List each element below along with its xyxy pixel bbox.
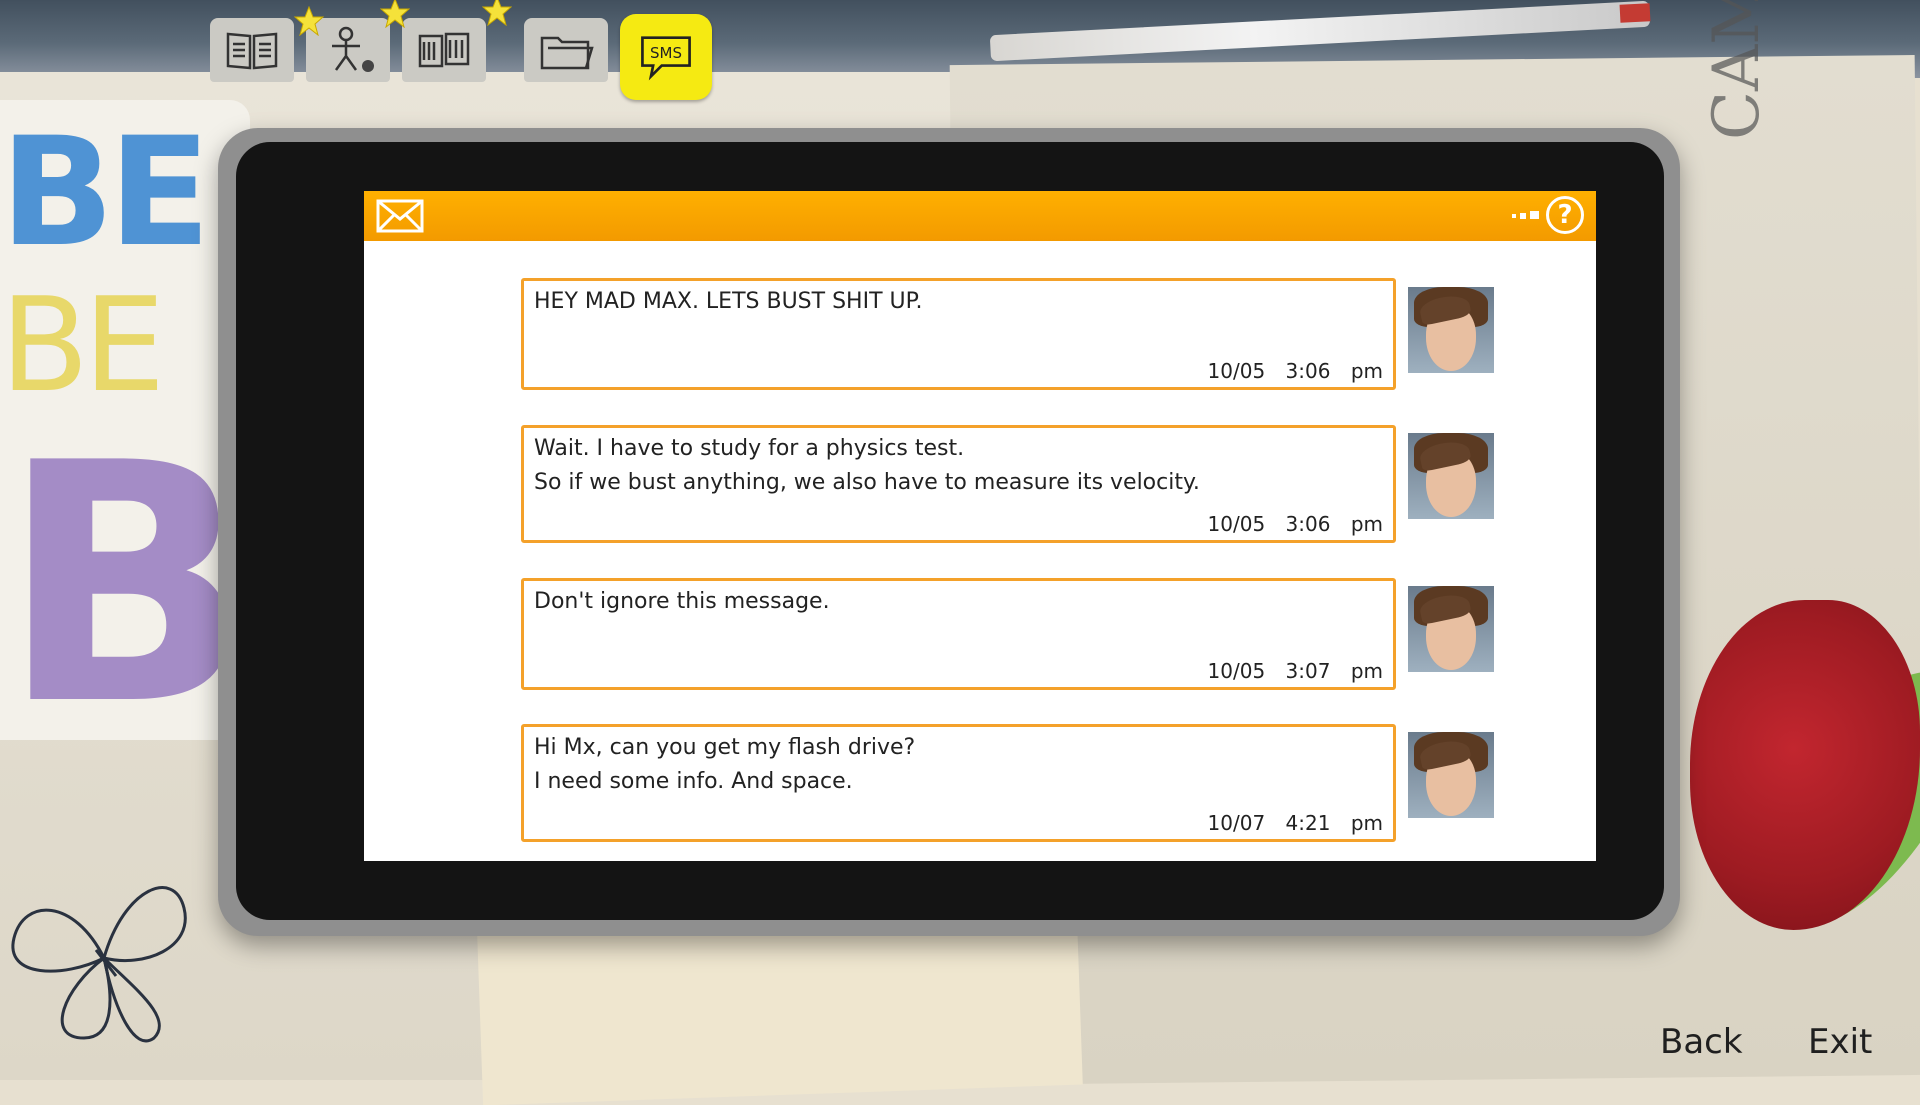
message-text: HEY MAD MAX. LETS BUST SHIT UP. <box>534 289 923 314</box>
message-text: Hi Mx, can you get my flash drive? I nee… <box>534 735 916 794</box>
message-bubble[interactable]: Don't ignore this message. 10/05 3:07 pm <box>521 578 1396 690</box>
tab-journal[interactable] <box>210 18 294 82</box>
sticker-letters-blue: BE <box>0 106 211 280</box>
message-time: 4:21 pm <box>1285 811 1383 835</box>
tab-photos[interactable] <box>402 18 486 82</box>
message-timestamp: 10/05 3:07 pm <box>1208 659 1383 683</box>
avatar <box>1408 287 1494 373</box>
message-date: 10/05 <box>1207 359 1266 383</box>
back-button[interactable]: Back <box>1660 1022 1743 1062</box>
star-icon <box>380 0 410 28</box>
butterfly-doodle-icon <box>11 886 187 1043</box>
sms-screen: ? HEY MAD MAX. LETS BUST SHIT UP. 10/05 … <box>364 191 1596 861</box>
message-time: 3:07 pm <box>1285 659 1383 683</box>
exit-button[interactable]: Exit <box>1808 1022 1872 1062</box>
message-timestamp: 10/05 3:06 pm <box>1208 512 1383 536</box>
doodle-handwriting: CAMERA LIAR, A MAGICIAN <box>1700 0 1774 140</box>
message-date: 10/05 <box>1207 659 1266 683</box>
star-icon <box>482 0 512 26</box>
stick-figure-icon <box>332 26 374 72</box>
help-icon[interactable]: ? <box>1546 196 1584 234</box>
tab-sms[interactable]: SMS <box>620 14 712 100</box>
open-book-icon <box>226 32 278 70</box>
message-text: Don't ignore this message. <box>534 589 830 614</box>
message-timestamp: 10/05 3:06 pm <box>1208 359 1383 383</box>
handwritten-note-paper <box>477 914 1083 1105</box>
message-bubble[interactable]: Wait. I have to study for a physics test… <box>521 425 1396 543</box>
message-time: 3:06 pm <box>1285 359 1383 383</box>
sticker-letters-yellow: BE <box>0 269 165 421</box>
pen-tip-decoration <box>1619 3 1651 23</box>
avatar <box>1408 732 1494 818</box>
envelope-icon <box>376 199 424 233</box>
tab-documents[interactable] <box>524 18 608 82</box>
signal-dots-icon <box>1512 211 1539 219</box>
message-date: 10/05 <box>1207 512 1266 536</box>
message-timestamp: 10/07 4:21 pm <box>1208 811 1383 835</box>
sms-tab-label: SMS <box>650 44 682 62</box>
message-date: 10/07 <box>1207 811 1266 835</box>
avatar <box>1408 433 1494 519</box>
message-bubble[interactable]: Hi Mx, can you get my flash drive? I nee… <box>521 724 1396 842</box>
message-time: 3:06 pm <box>1285 512 1383 536</box>
sms-header-bar: ? <box>364 191 1596 241</box>
message-text: Wait. I have to study for a physics test… <box>534 436 1200 495</box>
sms-bubble-icon: SMS <box>641 36 691 81</box>
photo-collection-icon <box>418 32 470 68</box>
star-icon <box>294 6 324 36</box>
folder-icon <box>540 36 594 70</box>
message-bubble[interactable]: HEY MAD MAX. LETS BUST SHIT UP. 10/05 3:… <box>521 278 1396 390</box>
avatar <box>1408 586 1494 672</box>
